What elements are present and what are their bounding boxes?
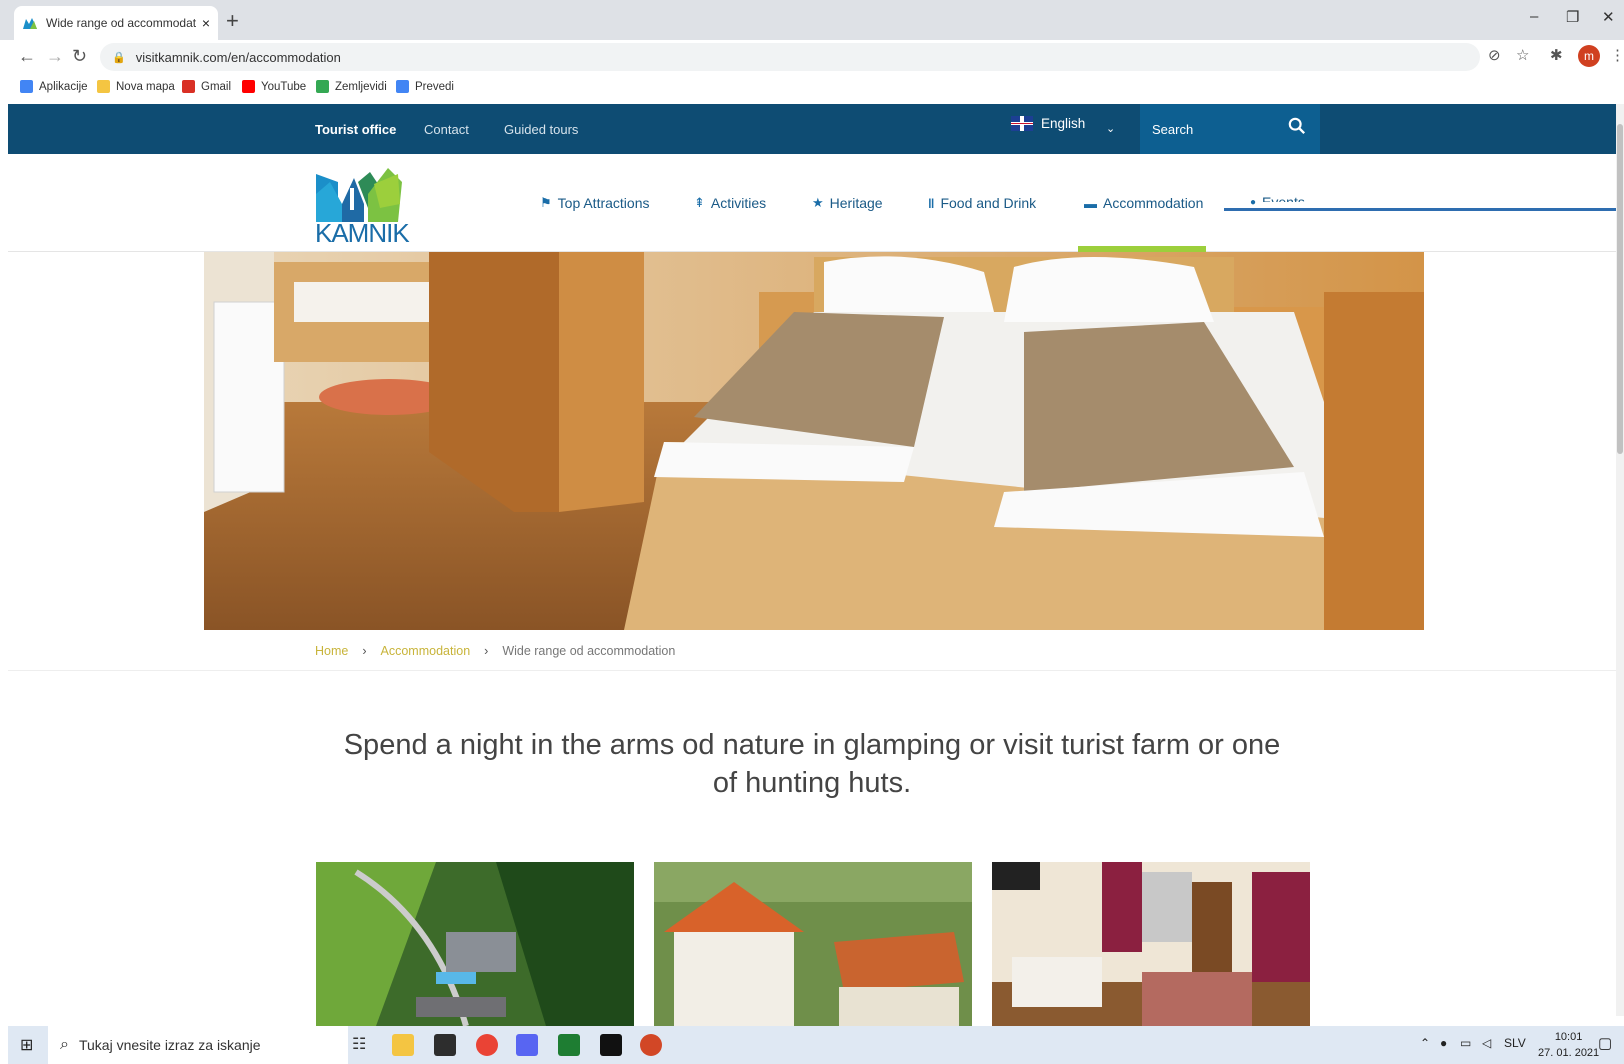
task-view-icon[interactable]: ☷ [352,1034,366,1054]
powerpoint-icon[interactable] [640,1034,662,1056]
uk-flag-icon [1011,116,1033,131]
bookmarks-bar: Aplikacije Nova mapa Gmail YouTube Zemlj… [0,76,1624,102]
search-icon[interactable] [1288,117,1306,135]
browser-menu-icon[interactable]: ⋮ [1610,46,1624,64]
flag-icon: ⚑ [540,195,552,210]
new-tab-button[interactable]: + [226,8,239,34]
card-glamping-image[interactable] [316,862,634,1026]
volume-icon[interactable]: ◁ [1482,1036,1491,1050]
youtube-icon [242,80,255,93]
search-label: Search [1152,121,1194,137]
star-icon: ★ [812,195,824,210]
taskbar-search-field[interactable]: ⌕ Tukaj vnesite izraz za iskanje [48,1026,348,1064]
language-label: English [1041,116,1086,131]
close-window-button[interactable]: ✕ [1602,8,1615,26]
cutlery-icon: ǁ [928,195,935,211]
bookmark-apps[interactable]: Aplikacije [20,80,88,93]
tray-chevron-icon[interactable]: ⌃ [1420,1036,1430,1050]
page-lead-text: Spend a night in the arms od nature in g… [343,729,1281,799]
tracking-off-icon[interactable]: ⊘ [1488,46,1501,64]
minimize-button[interactable]: – [1530,8,1538,25]
bookmark-youtube[interactable]: YouTube [242,80,306,93]
browser-tab[interactable]: Wide range od accommodation | × [14,6,218,40]
translate-icon [396,80,409,93]
signpost-icon: ⇞ [694,195,705,210]
browser-tab-strip: Wide range od accommodation | × + – ❐ ✕ [0,0,1624,40]
tab-title: Wide range od accommodation | [46,16,196,30]
site-top-bar: Tourist office Contact Guided tours Engl… [8,104,1616,154]
restore-button[interactable]: ❐ [1566,8,1579,26]
card-tourist-farm-image[interactable] [654,862,972,1026]
bookmark-folder[interactable]: Nova mapa [97,80,175,93]
search-box[interactable]: Search [1140,104,1320,154]
taskbar-clock[interactable]: 10:01 27. 01. 2021 [1538,1029,1599,1061]
hero-image-bedroom [204,252,1424,630]
nav-food-and-drink[interactable]: ǁ Food and Drink [928,195,1036,211]
forward-arrow-icon[interactable]: → [46,46,64,67]
bookmark-gmail[interactable]: Gmail [182,80,231,93]
bookmark-translate[interactable]: Prevedi [396,80,454,93]
extensions-puzzle-icon[interactable]: ✱ [1550,46,1563,64]
breadcrumb-home[interactable]: Home [315,644,348,658]
reload-icon[interactable]: ↻ [72,46,87,67]
network-icon[interactable]: ▭ [1460,1036,1471,1050]
breadcrumb-separator: › [484,644,489,658]
kamnik-favicon-icon [22,15,38,31]
topnav-guided-tours[interactable]: Guided tours [504,122,578,137]
card-hunting-hut-room-image[interactable] [992,862,1310,1026]
page-scrollbar[interactable] [1616,104,1624,1016]
nav-top-attractions[interactable]: ⚑ Top Attractions [540,195,649,211]
annotation-pointer-line [1224,208,1624,211]
breadcrumb: Home › Accommodation › Wide range od accommo… [315,644,675,658]
topnav-contact[interactable]: Contact [424,122,469,137]
windows-start-icon[interactable]: ⊞ [20,1035,33,1055]
chrome-icon[interactable] [476,1034,498,1056]
clock-time: 10:01 [1554,1031,1583,1043]
nav-heritage[interactable]: ★ Heritage [812,195,883,211]
breadcrumb-accommodation[interactable]: Accommodation [381,644,471,658]
tab-close-icon[interactable]: × [202,15,210,31]
marker-icon: ● [1250,196,1257,208]
bed-icon: ▬ [1084,195,1097,211]
store-icon[interactable] [434,1034,456,1056]
nav-accommodation[interactable]: ▬ Accommodation [1084,195,1203,211]
nav-activities[interactable]: ⇞ Activities [694,195,766,211]
apps-grid-icon [20,80,33,93]
excel-icon[interactable] [558,1034,580,1056]
input-language[interactable]: SLV [1504,1036,1526,1050]
search-icon: ⌕ [60,1036,69,1053]
taskbar-search-placeholder: Tukaj vnesite izraz za iskanje [78,1037,261,1053]
app-icon[interactable] [600,1034,622,1056]
bookmark-star-icon[interactable]: ☆ [1516,46,1529,64]
breadcrumb-separator: › [362,644,367,658]
folder-icon [97,80,110,93]
scrollbar-thumb[interactable] [1617,124,1623,454]
microphone-icon[interactable]: ● [1440,1036,1447,1050]
logo-text: KAMNIK [315,218,410,248]
notifications-icon[interactable]: ▢ [1598,1034,1612,1052]
address-bar[interactable]: 🔒 visitkamnik.com/en/accommodation [100,43,1480,71]
language-selector[interactable]: English [1011,116,1085,131]
maps-icon [316,80,329,93]
windows-taskbar: ⊞ ⌕ Tukaj vnesite izraz za iskanje ☷ ⌃ ●… [8,1026,1624,1064]
topnav-tourist-office[interactable]: Tourist office [315,122,396,137]
chevron-down-icon[interactable]: ⌄ [1106,122,1115,135]
divider [8,670,1616,671]
clock-date: 27. 01. 2021 [1538,1047,1600,1059]
bookmark-maps[interactable]: Zemljevidi [316,80,387,93]
breadcrumb-current: Wide range od accommodation [502,644,676,658]
file-explorer-icon[interactable] [392,1034,414,1056]
url-text: visitkamnik.com/en/accommodation [135,49,341,65]
profile-avatar[interactable]: m [1578,45,1600,67]
discord-icon[interactable] [516,1034,538,1056]
gmail-icon [182,80,195,93]
lock-icon: 🔒 [112,51,126,64]
back-arrow-icon[interactable]: ← [18,46,36,67]
